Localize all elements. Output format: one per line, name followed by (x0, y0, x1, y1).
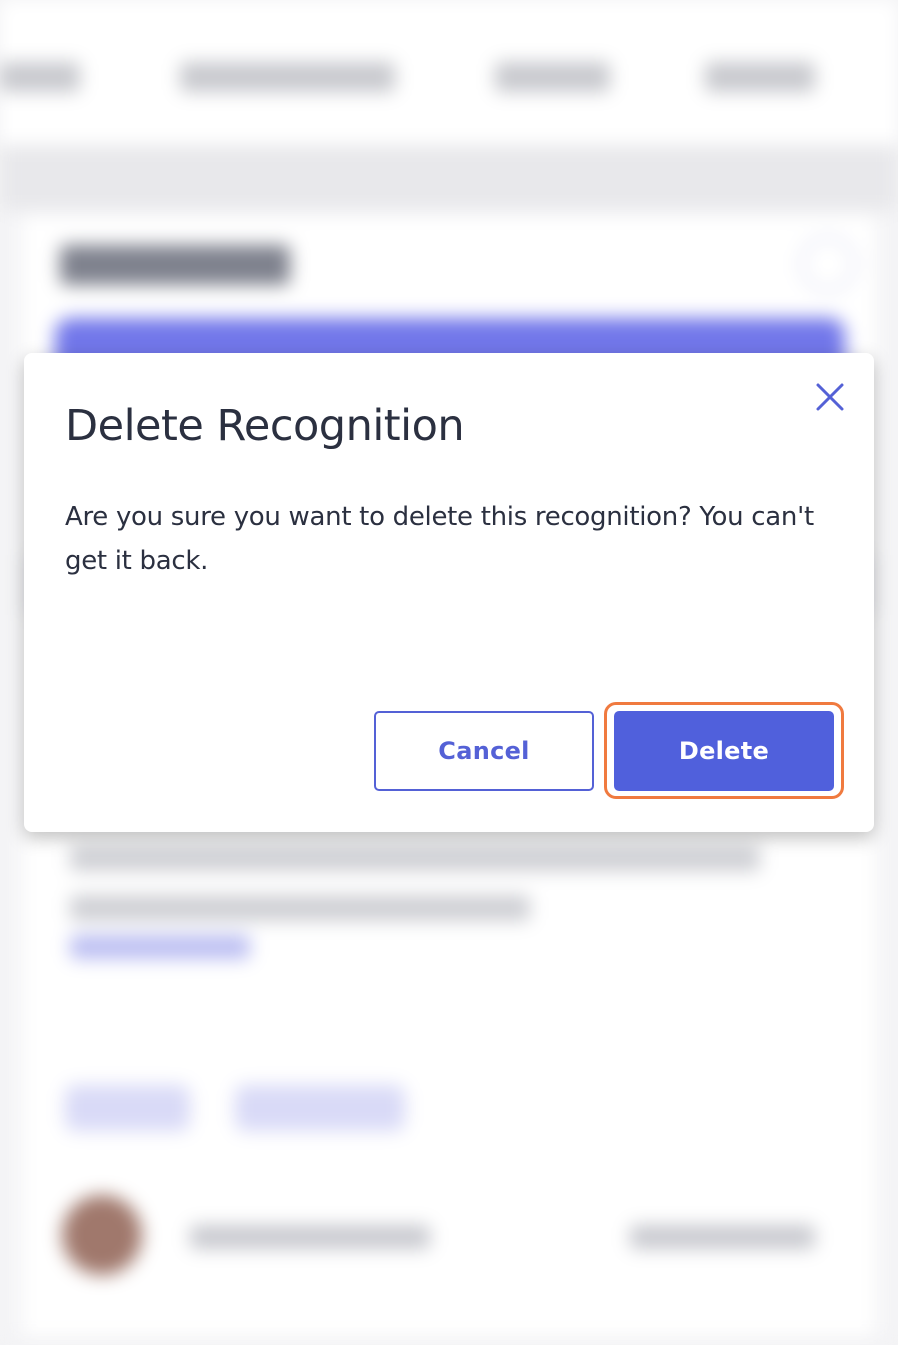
delete-button[interactable]: Delete (614, 711, 834, 791)
link (70, 935, 250, 959)
dialog-title: Delete Recognition (65, 401, 465, 451)
header-strip (0, 145, 898, 210)
top-navigation (0, 0, 898, 145)
nav-item (705, 62, 815, 92)
dialog-message: Are you sure you want to delete this rec… (65, 502, 814, 576)
delete-recognition-dialog: Delete Recognition Are you sure you want… (24, 353, 874, 832)
text-line (70, 845, 760, 871)
nav-item (0, 62, 80, 92)
close-icon (816, 383, 844, 411)
text-line (70, 895, 530, 921)
card-title (60, 245, 290, 285)
pill (235, 1085, 405, 1131)
cancel-button[interactable]: Cancel (374, 711, 594, 791)
pill (65, 1085, 190, 1131)
text-line (190, 1225, 430, 1249)
text-line (630, 1225, 815, 1249)
nav-item (180, 62, 395, 92)
close-button[interactable] (808, 375, 852, 419)
avatar (62, 1195, 142, 1275)
card-icon (800, 236, 856, 292)
nav-item (495, 62, 610, 92)
